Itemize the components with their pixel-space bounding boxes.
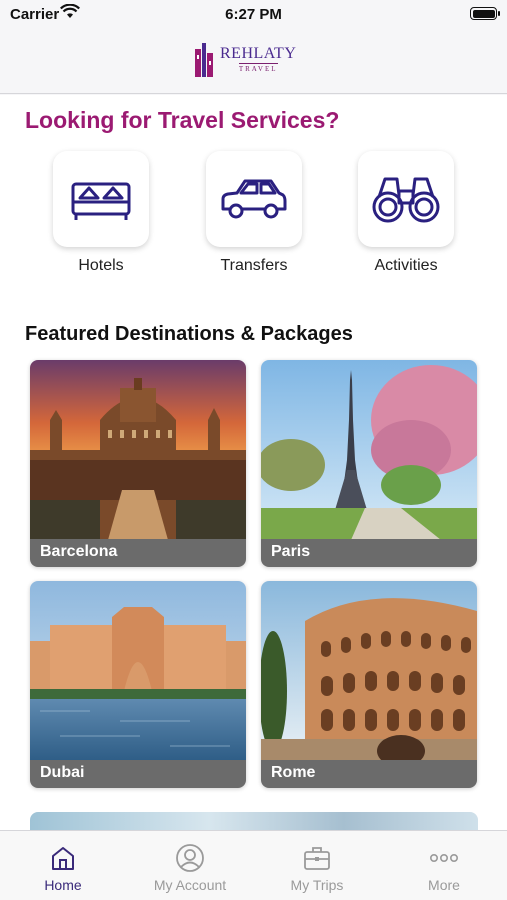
tab-label: More	[428, 877, 460, 893]
destination-card-barcelona[interactable]: Barcelona	[30, 360, 246, 567]
service-hotels[interactable]: Hotels	[51, 151, 151, 275]
activities-tile[interactable]	[358, 151, 454, 247]
binoculars-icon	[372, 177, 440, 223]
tab-more[interactable]: More	[381, 831, 507, 900]
tab-label: My Account	[153, 877, 227, 893]
tab-label: Home	[44, 877, 82, 893]
featured-heading: Featured Destinations & Packages	[25, 323, 353, 345]
bed-icon	[71, 182, 131, 220]
logo-mark-icon	[195, 43, 213, 77]
battery-icon	[470, 7, 500, 20]
destination-label: Paris	[261, 539, 477, 567]
barcelona-image	[30, 360, 246, 540]
transfers-tile[interactable]	[206, 151, 302, 247]
paris-image	[261, 360, 477, 540]
clock: 6:27 PM	[225, 6, 282, 23]
service-label: Transfers	[220, 257, 288, 274]
tab-my-trips[interactable]: My Trips	[254, 831, 380, 900]
destination-label: Dubai	[30, 760, 246, 788]
briefcase-icon	[304, 847, 330, 870]
account-icon	[176, 844, 204, 872]
services-heading: Looking for Travel Services?	[25, 107, 340, 133]
dubai-image	[30, 581, 246, 761]
service-label: Hotels	[78, 257, 124, 274]
tab-home[interactable]: Home	[0, 831, 126, 900]
status-bar: Carrier 6:27 PM	[0, 0, 507, 30]
logo-subtitle: TRAVEL	[238, 63, 278, 73]
service-transfers[interactable]: Transfers	[204, 151, 304, 275]
home-content[interactable]: Looking for Travel Services? Hotels Tran…	[0, 95, 507, 830]
app-header: REHLATY TRAVEL	[0, 30, 507, 94]
car-icon	[221, 179, 287, 219]
tab-bar: Home My Account My Trips More	[0, 830, 507, 900]
destination-card-rome[interactable]: Rome	[261, 581, 477, 788]
destination-card-paris[interactable]: Paris	[261, 360, 477, 567]
more-icon	[429, 854, 458, 863]
service-label: Activities	[374, 257, 438, 274]
logo-name: REHLATY	[220, 45, 297, 62]
destination-card-partial[interactable]	[30, 812, 478, 830]
destination-card-dubai[interactable]: Dubai	[30, 581, 246, 788]
service-activities[interactable]: Activities	[356, 151, 456, 275]
rome-image	[261, 581, 477, 761]
tab-my-account[interactable]: My Account	[127, 831, 253, 900]
hotels-tile[interactable]	[53, 151, 149, 247]
home-icon	[52, 847, 74, 870]
destination-label: Rome	[261, 760, 477, 788]
tab-label: My Trips	[290, 877, 344, 893]
rehlaty-logo[interactable]: REHLATY TRAVEL	[194, 38, 296, 80]
destination-label: Barcelona	[30, 539, 246, 567]
